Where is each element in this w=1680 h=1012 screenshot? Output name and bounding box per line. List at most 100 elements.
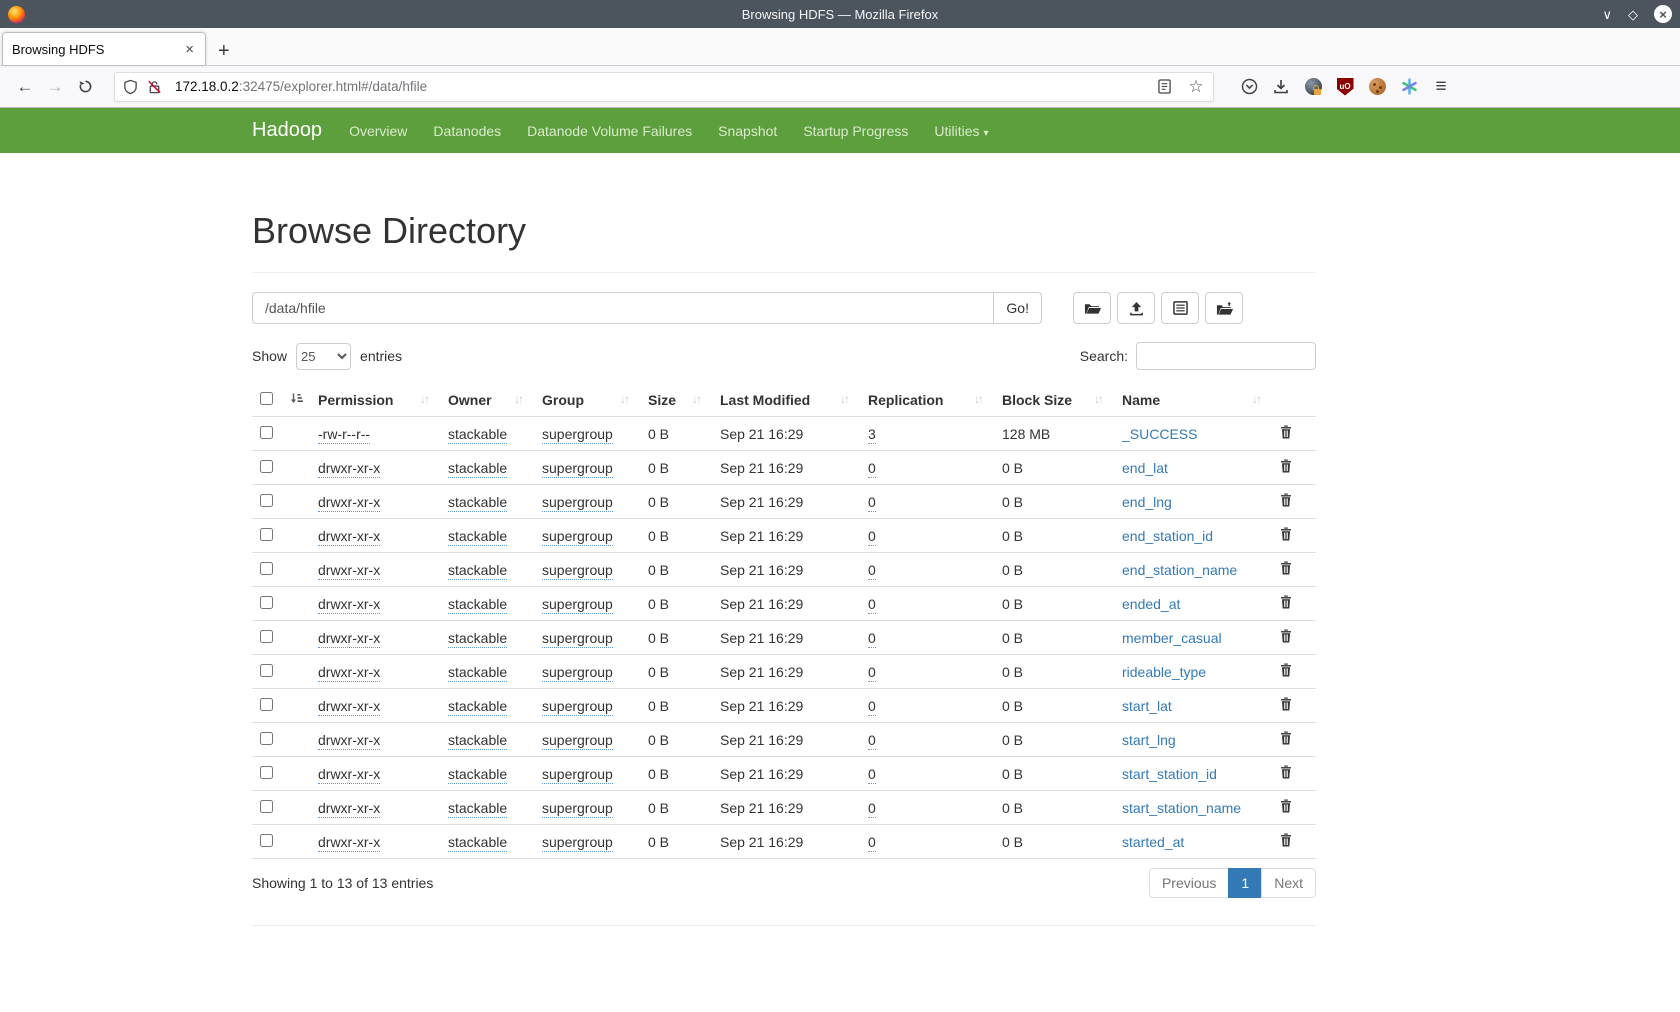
file-link[interactable]: rideable_type bbox=[1122, 664, 1206, 680]
header-replication[interactable]: Replication↓↑ bbox=[860, 386, 994, 417]
new-tab-button[interactable]: + bbox=[218, 41, 230, 61]
reader-mode-icon[interactable] bbox=[1155, 78, 1173, 96]
replication-value[interactable]: 0 bbox=[868, 732, 876, 750]
replication-value[interactable]: 0 bbox=[868, 596, 876, 614]
file-link[interactable]: _SUCCESS bbox=[1122, 426, 1197, 442]
header-owner[interactable]: Owner↓↑ bbox=[440, 386, 534, 417]
file-link[interactable]: start_lng bbox=[1122, 732, 1176, 748]
header-permission[interactable]: Permission↓↑ bbox=[310, 386, 440, 417]
row-checkbox[interactable] bbox=[260, 528, 273, 541]
delete-button[interactable] bbox=[1280, 731, 1292, 748]
file-list-button[interactable] bbox=[1161, 292, 1199, 324]
hadoop-brand[interactable]: Hadoop bbox=[252, 119, 322, 142]
owner-value[interactable]: stackable bbox=[448, 732, 507, 750]
bookmark-star-icon[interactable]: ☆ bbox=[1187, 78, 1205, 96]
file-link[interactable]: end_lng bbox=[1122, 494, 1172, 510]
delete-button[interactable] bbox=[1280, 459, 1292, 476]
header-group[interactable]: Group↓↑ bbox=[534, 386, 640, 417]
pagination-page-1[interactable]: 1 bbox=[1228, 868, 1262, 898]
replication-value[interactable]: 0 bbox=[868, 834, 876, 852]
group-value[interactable]: supergroup bbox=[542, 732, 613, 750]
url-text[interactable]: 172.18.0.2:32475/explorer.html#/data/hfi… bbox=[175, 79, 1147, 94]
download-icon[interactable] bbox=[1272, 78, 1290, 96]
reload-button[interactable] bbox=[70, 73, 100, 101]
owner-value[interactable]: stackable bbox=[448, 528, 507, 546]
owner-value[interactable]: stackable bbox=[448, 698, 507, 716]
owner-value[interactable]: stackable bbox=[448, 800, 507, 818]
delete-button[interactable] bbox=[1280, 663, 1292, 680]
group-value[interactable]: supergroup bbox=[542, 460, 613, 478]
delete-button[interactable] bbox=[1280, 833, 1292, 850]
row-checkbox[interactable] bbox=[260, 426, 273, 439]
group-value[interactable]: supergroup bbox=[542, 528, 613, 546]
group-value[interactable]: supergroup bbox=[542, 630, 613, 648]
file-link[interactable]: start_station_id bbox=[1122, 766, 1217, 782]
owner-value[interactable]: stackable bbox=[448, 834, 507, 852]
permission-value[interactable]: drwxr-xr-x bbox=[318, 494, 380, 512]
file-link[interactable]: ended_at bbox=[1122, 596, 1180, 612]
group-value[interactable]: supergroup bbox=[542, 426, 613, 444]
file-link[interactable]: end_lat bbox=[1122, 460, 1168, 476]
file-link[interactable]: end_station_name bbox=[1122, 562, 1237, 578]
header-size[interactable]: Size↓↑ bbox=[640, 386, 712, 417]
replication-value[interactable]: 0 bbox=[868, 494, 876, 512]
url-bar[interactable]: 172.18.0.2:32475/explorer.html#/data/hfi… bbox=[114, 72, 1214, 102]
row-checkbox[interactable] bbox=[260, 562, 273, 575]
nav-item-snapshot[interactable]: Snapshot bbox=[705, 123, 790, 139]
group-value[interactable]: supergroup bbox=[542, 766, 613, 784]
cookie-extension-icon[interactable] bbox=[1368, 78, 1386, 96]
tracking-shield-icon[interactable] bbox=[123, 79, 138, 95]
go-button[interactable]: Go! bbox=[994, 292, 1042, 324]
pagination-next[interactable]: Next bbox=[1261, 868, 1316, 898]
owner-value[interactable]: stackable bbox=[448, 494, 507, 512]
browser-tab[interactable]: Browsing HDFS × bbox=[2, 32, 206, 65]
row-checkbox[interactable] bbox=[260, 664, 273, 677]
permission-value[interactable]: drwxr-xr-x bbox=[318, 460, 380, 478]
permission-value[interactable]: drwxr-xr-x bbox=[318, 664, 380, 682]
row-checkbox[interactable] bbox=[260, 834, 273, 847]
row-checkbox[interactable] bbox=[260, 698, 273, 711]
group-value[interactable]: supergroup bbox=[542, 494, 613, 512]
delete-button[interactable] bbox=[1280, 697, 1292, 714]
group-value[interactable]: supergroup bbox=[542, 800, 613, 818]
row-checkbox[interactable] bbox=[260, 766, 273, 779]
file-link[interactable]: start_lat bbox=[1122, 698, 1172, 714]
directory-path-input[interactable] bbox=[252, 292, 994, 324]
delete-button[interactable] bbox=[1280, 595, 1292, 612]
header-name[interactable]: Name↓↑ bbox=[1114, 386, 1272, 417]
nav-item-overview[interactable]: Overview bbox=[336, 123, 420, 139]
header-block-size[interactable]: Block Size↓↑ bbox=[994, 386, 1114, 417]
permission-value[interactable]: drwxr-xr-x bbox=[318, 800, 380, 818]
permission-value[interactable]: -rw-r--r-- bbox=[318, 426, 370, 444]
ublock-icon[interactable]: uO bbox=[1336, 78, 1354, 96]
nav-item-startup-progress[interactable]: Startup Progress bbox=[790, 123, 921, 139]
select-all-checkbox[interactable] bbox=[260, 392, 273, 405]
row-checkbox[interactable] bbox=[260, 494, 273, 507]
delete-button[interactable] bbox=[1280, 629, 1292, 646]
container-extension-icon[interactable] bbox=[1400, 78, 1418, 96]
delete-button[interactable] bbox=[1280, 561, 1292, 578]
pocket-icon[interactable] bbox=[1240, 78, 1258, 96]
replication-value[interactable]: 0 bbox=[868, 528, 876, 546]
delete-button[interactable] bbox=[1280, 799, 1292, 816]
row-checkbox[interactable] bbox=[260, 460, 273, 473]
owner-value[interactable]: stackable bbox=[448, 664, 507, 682]
delete-button[interactable] bbox=[1280, 527, 1292, 544]
row-checkbox[interactable] bbox=[260, 732, 273, 745]
replication-value[interactable]: 0 bbox=[868, 800, 876, 818]
owner-value[interactable]: stackable bbox=[448, 596, 507, 614]
owner-value[interactable]: stackable bbox=[448, 766, 507, 784]
back-button[interactable]: ← bbox=[10, 73, 40, 101]
window-shade-button[interactable]: ∨ bbox=[1602, 8, 1612, 21]
create-directory-button[interactable] bbox=[1073, 292, 1111, 324]
group-value[interactable]: supergroup bbox=[542, 664, 613, 682]
delete-button[interactable] bbox=[1280, 765, 1292, 782]
pagination-previous[interactable]: Previous bbox=[1149, 868, 1229, 898]
row-checkbox[interactable] bbox=[260, 630, 273, 643]
hamburger-menu-icon[interactable]: ≡ bbox=[1432, 78, 1450, 96]
file-link[interactable]: started_at bbox=[1122, 834, 1184, 850]
privacy-extension-icon[interactable] bbox=[1304, 78, 1322, 96]
permission-value[interactable]: drwxr-xr-x bbox=[318, 698, 380, 716]
group-value[interactable]: supergroup bbox=[542, 698, 613, 716]
row-checkbox[interactable] bbox=[260, 596, 273, 609]
